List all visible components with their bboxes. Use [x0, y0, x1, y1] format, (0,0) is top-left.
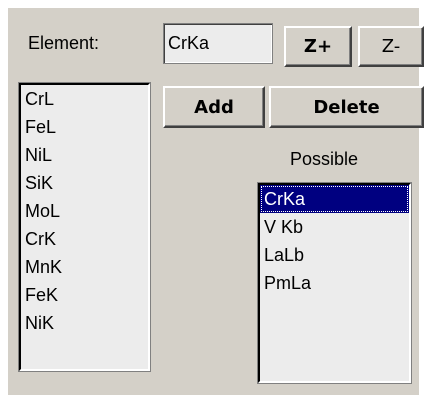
possible-label: Possible: [290, 149, 359, 169]
element-list-item[interactable]: SiK: [21, 169, 148, 197]
element-label: Element:: [28, 33, 100, 53]
delete-button[interactable]: Delete: [269, 86, 424, 128]
element-list-item[interactable]: MnK: [21, 253, 148, 281]
element-list-item[interactable]: CrL: [21, 85, 148, 113]
z-plus-button[interactable]: Z+: [284, 26, 352, 67]
possible-list-item-selected[interactable]: CrKa: [260, 185, 409, 213]
element-list-item[interactable]: MoL: [21, 197, 148, 225]
element-input[interactable]: CrKa: [163, 23, 273, 64]
element-list-item[interactable]: FeL: [21, 113, 148, 141]
possible-list-item[interactable]: LaLb: [260, 241, 409, 269]
possible-listbox[interactable]: CrKa V Kb LaLb PmLa: [258, 183, 411, 383]
element-list-item[interactable]: NiK: [21, 309, 148, 337]
element-list-item[interactable]: NiL: [21, 141, 148, 169]
element-list-item[interactable]: CrK: [21, 225, 148, 253]
z-minus-button[interactable]: Z-: [358, 26, 424, 67]
element-list-item[interactable]: FeK: [21, 281, 148, 309]
possible-list-item[interactable]: PmLa: [260, 269, 409, 297]
possible-list-item[interactable]: V Kb: [260, 213, 409, 241]
add-button[interactable]: Add: [163, 86, 265, 128]
element-listbox[interactable]: CrL FeL NiL SiK MoL CrK MnK FeK NiK: [19, 83, 150, 371]
